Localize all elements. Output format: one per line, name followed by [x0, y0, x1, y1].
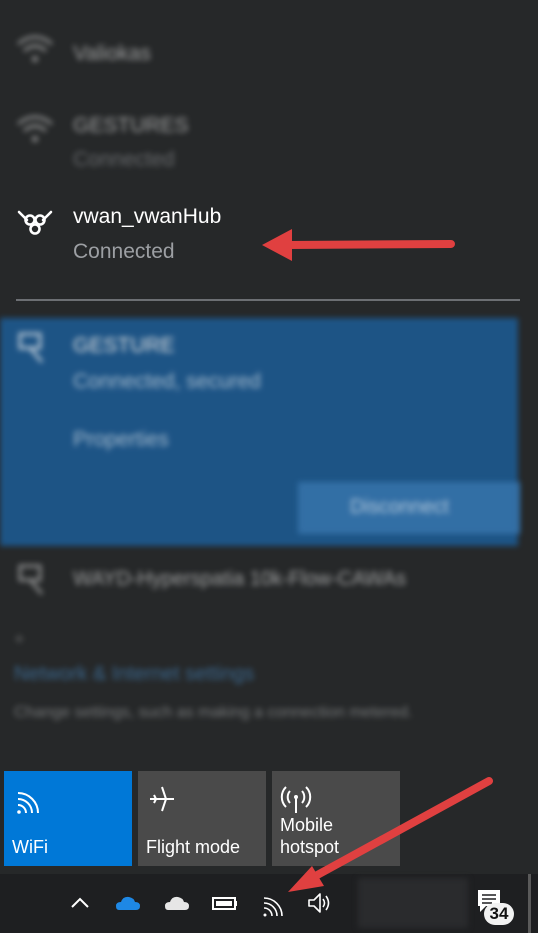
disconnect-button[interactable]: Disconnect — [298, 482, 520, 534]
wifi-icon — [17, 792, 39, 814]
network-name: WAYD-Hyperspatia 10k-Flow-CAWAs — [73, 568, 407, 590]
network-item-1[interactable]: Valiokas — [0, 20, 538, 90]
settings-description: Change settings, such as making a connec… — [14, 704, 413, 721]
tile-label: Mobile hotspot — [280, 815, 340, 857]
wifi-icon[interactable] — [260, 888, 290, 918]
clock-area[interactable] — [358, 878, 468, 928]
network-item-3[interactable]: WAYD-Hyperspatia 10k-Flow-CAWAs — [0, 550, 538, 620]
cloud-icon[interactable] — [162, 888, 192, 918]
onedrive-icon[interactable] — [113, 888, 143, 918]
vpn-status: Connected — [73, 240, 175, 263]
disconnect-label: Disconnect — [350, 496, 449, 518]
network-status: Connected, secured — [73, 370, 261, 393]
properties-link[interactable]: Properties — [73, 428, 169, 452]
tile-label: Flight mode — [146, 837, 241, 857]
network-item-2[interactable]: GESTURES Connected — [0, 100, 538, 180]
network-name: GESTURE — [73, 334, 175, 357]
vpn-icon — [17, 210, 53, 235]
network-status: Connected — [73, 148, 175, 171]
settings-section: + Network & Internet settings Change set… — [0, 625, 538, 755]
chevron-up-icon[interactable] — [65, 888, 95, 918]
info-glyph: + — [14, 629, 25, 649]
network-name: GESTURES — [73, 114, 189, 137]
volume-icon[interactable] — [304, 888, 334, 918]
mobile-hotspot-tile[interactable]: Mobile hotspot — [272, 771, 400, 866]
ethernet-icon — [18, 332, 44, 363]
wifi-icon — [17, 115, 53, 142]
network-name: Valiokas — [73, 42, 151, 65]
wifi-tile[interactable]: WiFi — [4, 771, 132, 866]
divider — [16, 299, 520, 301]
tile-label: WiFi — [12, 837, 48, 857]
vpn-name: vwan_vwanHub — [73, 205, 222, 228]
taskbar — [0, 874, 538, 933]
show-desktop-edge[interactable] — [528, 874, 531, 933]
airplane-icon — [150, 786, 174, 812]
flight-mode-tile[interactable]: Flight mode — [138, 771, 266, 866]
network-settings-link[interactable]: Network & Internet settings — [14, 663, 254, 686]
hotspot-icon — [280, 786, 312, 813]
battery-icon[interactable] — [210, 888, 240, 918]
network-flyout: Valiokas GESTURES Connected vwan_vwanHub… — [0, 0, 538, 874]
ethernet-icon — [18, 564, 44, 595]
notification-count-badge: 34 — [484, 903, 514, 925]
vpn-item[interactable]: vwan_vwanHub Connected — [0, 195, 538, 275]
wifi-icon — [17, 35, 53, 62]
